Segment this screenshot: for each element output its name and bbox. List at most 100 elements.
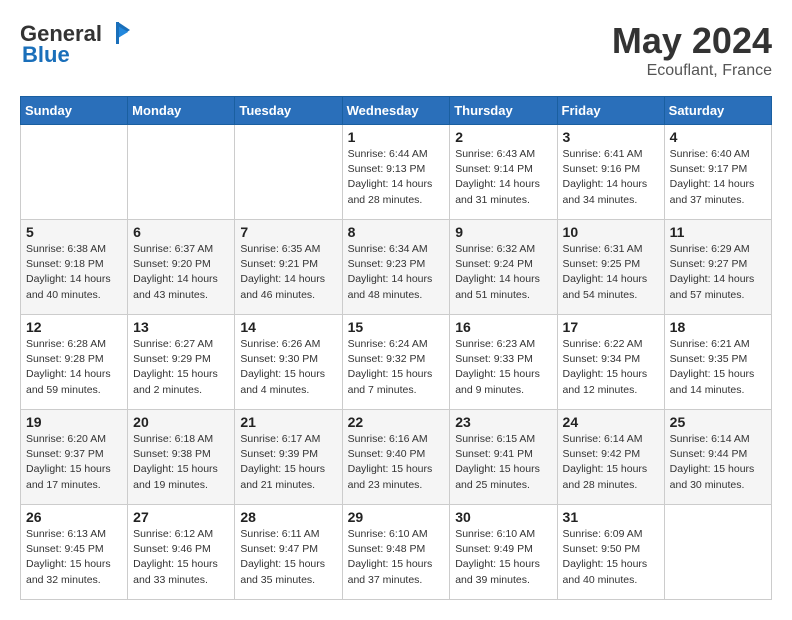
calendar-cell: 9 Sunrise: 6:32 AM Sunset: 9:24 PM Daylig… (450, 220, 557, 315)
calendar-week-1: 1Sunrise: 6:44 AM Sunset: 9:13 PM Daylig… (21, 125, 772, 220)
calendar-cell (21, 125, 128, 220)
day-number: 22 (348, 414, 445, 430)
day-info: Sunrise: 6:10 AM Sunset: 9:48 PM Dayligh… (348, 527, 445, 588)
calendar-week-5: 26 Sunrise: 6:13 AM Sunset: 9:45 PM Dayli… (21, 505, 772, 600)
day-number: 31 (563, 509, 659, 525)
day-number: 11 (670, 224, 766, 240)
calendar-cell: 16 Sunrise: 6:23 AM Sunset: 9:33 PM Dayli… (450, 315, 557, 410)
day-info: Sunrise: 6:11 AM Sunset: 9:47 PM Dayligh… (240, 527, 336, 588)
day-info: Sunrise: 6:31 AM Sunset: 9:25 PM Dayligh… (563, 242, 659, 303)
day-info: Sunrise: 6:14 AM Sunset: 9:44 PM Dayligh… (670, 432, 766, 493)
day-number: 19 (26, 414, 122, 430)
day-number: 8 (348, 224, 445, 240)
calendar-cell (664, 505, 771, 600)
day-info: Sunrise: 6:23 AM Sunset: 9:33 PM Dayligh… (455, 337, 551, 398)
calendar-cell: 15 Sunrise: 6:24 AM Sunset: 9:32 PM Dayli… (342, 315, 450, 410)
day-info: Sunrise: 6:38 AM Sunset: 9:18 PM Dayligh… (26, 242, 122, 303)
calendar-cell: 26 Sunrise: 6:13 AM Sunset: 9:45 PM Dayli… (21, 505, 128, 600)
header-tuesday: Tuesday (235, 97, 342, 125)
day-number: 17 (563, 319, 659, 335)
day-number: 5 (26, 224, 122, 240)
day-info: Sunrise: 6:15 AM Sunset: 9:41 PM Dayligh… (455, 432, 551, 493)
day-info: Sunrise: 6:24 AM Sunset: 9:32 PM Dayligh… (348, 337, 445, 398)
day-number: 28 (240, 509, 336, 525)
day-info: Sunrise: 6:32 AM Sunset: 9:24 PM Dayligh… (455, 242, 551, 303)
day-info: Sunrise: 6:43 AM Sunset: 9:14 PM Dayligh… (455, 147, 551, 208)
calendar-cell: 17 Sunrise: 6:22 AM Sunset: 9:34 PM Dayli… (557, 315, 664, 410)
calendar-cell: 31 Sunrise: 6:09 AM Sunset: 9:50 PM Dayli… (557, 505, 664, 600)
calendar-cell: 20 Sunrise: 6:18 AM Sunset: 9:38 PM Dayli… (128, 410, 235, 505)
day-info: Sunrise: 6:12 AM Sunset: 9:46 PM Dayligh… (133, 527, 229, 588)
day-info: Sunrise: 6:34 AM Sunset: 9:23 PM Dayligh… (348, 242, 445, 303)
calendar-cell: 24 Sunrise: 6:14 AM Sunset: 9:42 PM Dayli… (557, 410, 664, 505)
calendar-cell: 10 Sunrise: 6:31 AM Sunset: 9:25 PM Dayli… (557, 220, 664, 315)
day-info: Sunrise: 6:16 AM Sunset: 9:40 PM Dayligh… (348, 432, 445, 493)
day-number: 20 (133, 414, 229, 430)
header-saturday: Saturday (664, 97, 771, 125)
calendar-cell (235, 125, 342, 220)
location: Ecouflant, France (612, 62, 772, 80)
day-info: Sunrise: 6:20 AM Sunset: 9:37 PM Dayligh… (26, 432, 122, 493)
day-number: 21 (240, 414, 336, 430)
calendar-cell: 13 Sunrise: 6:27 AM Sunset: 9:29 PM Dayli… (128, 315, 235, 410)
day-number: 13 (133, 319, 229, 335)
calendar-week-3: 12Sunrise: 6:28 AM Sunset: 9:28 PM Dayli… (21, 315, 772, 410)
calendar-cell: 29 Sunrise: 6:10 AM Sunset: 9:48 PM Dayli… (342, 505, 450, 600)
month-title: May 2024 (612, 20, 772, 62)
day-info: Sunrise: 6:29 AM Sunset: 9:27 PM Dayligh… (670, 242, 766, 303)
day-number: 4 (670, 129, 766, 145)
calendar-cell: 1Sunrise: 6:44 AM Sunset: 9:13 PM Daylig… (342, 125, 450, 220)
day-info: Sunrise: 6:18 AM Sunset: 9:38 PM Dayligh… (133, 432, 229, 493)
day-number: 27 (133, 509, 229, 525)
day-info: Sunrise: 6:27 AM Sunset: 9:29 PM Dayligh… (133, 337, 229, 398)
day-number: 15 (348, 319, 445, 335)
day-info: Sunrise: 6:21 AM Sunset: 9:35 PM Dayligh… (670, 337, 766, 398)
title-area: May 2024 Ecouflant, France (612, 20, 772, 80)
day-info: Sunrise: 6:13 AM Sunset: 9:45 PM Dayligh… (26, 527, 122, 588)
day-info: Sunrise: 6:09 AM Sunset: 9:50 PM Dayligh… (563, 527, 659, 588)
day-number: 7 (240, 224, 336, 240)
day-number: 30 (455, 509, 551, 525)
logo: General Blue (20, 20, 132, 68)
calendar-cell: 30 Sunrise: 6:10 AM Sunset: 9:49 PM Dayli… (450, 505, 557, 600)
logo-flag-icon (104, 20, 132, 48)
day-info: Sunrise: 6:14 AM Sunset: 9:42 PM Dayligh… (563, 432, 659, 493)
header: General Blue May 2024 Ecouflant, France (20, 20, 772, 80)
day-number: 9 (455, 224, 551, 240)
day-number: 2 (455, 129, 551, 145)
calendar-cell: 12Sunrise: 6:28 AM Sunset: 9:28 PM Dayli… (21, 315, 128, 410)
calendar-cell: 7Sunrise: 6:35 AM Sunset: 9:21 PM Daylig… (235, 220, 342, 315)
calendar-cell: 5 Sunrise: 6:38 AM Sunset: 9:18 PM Daylig… (21, 220, 128, 315)
day-number: 29 (348, 509, 445, 525)
calendar-cell: 3 Sunrise: 6:41 AM Sunset: 9:16 PM Daylig… (557, 125, 664, 220)
day-number: 16 (455, 319, 551, 335)
header-monday: Monday (128, 97, 235, 125)
day-info: Sunrise: 6:22 AM Sunset: 9:34 PM Dayligh… (563, 337, 659, 398)
day-info: Sunrise: 6:10 AM Sunset: 9:49 PM Dayligh… (455, 527, 551, 588)
calendar-cell: 2 Sunrise: 6:43 AM Sunset: 9:14 PM Daylig… (450, 125, 557, 220)
day-number: 26 (26, 509, 122, 525)
day-number: 14 (240, 319, 336, 335)
calendar-cell: 21Sunrise: 6:17 AM Sunset: 9:39 PM Dayli… (235, 410, 342, 505)
calendar-cell: 8 Sunrise: 6:34 AM Sunset: 9:23 PM Daylig… (342, 220, 450, 315)
day-info: Sunrise: 6:40 AM Sunset: 9:17 PM Dayligh… (670, 147, 766, 208)
calendar-cell: 23Sunrise: 6:15 AM Sunset: 9:41 PM Dayli… (450, 410, 557, 505)
calendar-cell: 4 Sunrise: 6:40 AM Sunset: 9:17 PM Daylig… (664, 125, 771, 220)
calendar-cell: 19 Sunrise: 6:20 AM Sunset: 9:37 PM Dayli… (21, 410, 128, 505)
day-number: 12 (26, 319, 122, 335)
day-number: 10 (563, 224, 659, 240)
calendar-cell: 28 Sunrise: 6:11 AM Sunset: 9:47 PM Dayli… (235, 505, 342, 600)
day-number: 3 (563, 129, 659, 145)
calendar-cell: 27 Sunrise: 6:12 AM Sunset: 9:46 PM Dayli… (128, 505, 235, 600)
calendar-cell: 25Sunrise: 6:14 AM Sunset: 9:44 PM Dayli… (664, 410, 771, 505)
days-header-row: Sunday Monday Tuesday Wednesday Thursday… (21, 97, 772, 125)
day-info: Sunrise: 6:41 AM Sunset: 9:16 PM Dayligh… (563, 147, 659, 208)
day-number: 6 (133, 224, 229, 240)
day-number: 18 (670, 319, 766, 335)
header-thursday: Thursday (450, 97, 557, 125)
calendar-cell: 22 Sunrise: 6:16 AM Sunset: 9:40 PM Dayli… (342, 410, 450, 505)
day-info: Sunrise: 6:37 AM Sunset: 9:20 PM Dayligh… (133, 242, 229, 303)
calendar-cell: 18 Sunrise: 6:21 AM Sunset: 9:35 PM Dayli… (664, 315, 771, 410)
day-number: 24 (563, 414, 659, 430)
calendar-cell: 11 Sunrise: 6:29 AM Sunset: 9:27 PM Dayli… (664, 220, 771, 315)
